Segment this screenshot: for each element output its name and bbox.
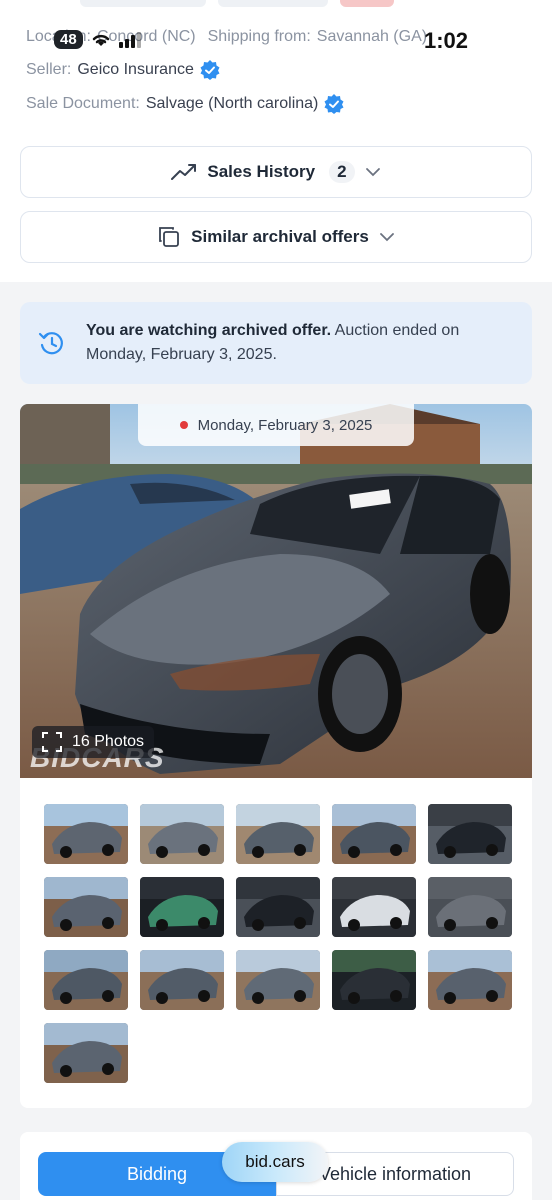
thumbnail-odometer[interactable] xyxy=(332,950,416,1010)
thumbnail-dashboard[interactable] xyxy=(140,877,224,937)
auction-date-chip: Monday, February 3, 2025 xyxy=(138,404,414,446)
thumbnail-rear-seats[interactable] xyxy=(236,877,320,937)
trending-up-icon xyxy=(171,164,197,180)
thumbnail-front[interactable] xyxy=(44,950,128,1010)
history-icon xyxy=(38,332,63,355)
tab-stub xyxy=(80,0,206,7)
photos-count-label: 16 Photos xyxy=(72,733,145,750)
thumbnail-rear-view[interactable] xyxy=(428,950,512,1010)
thumbnail-side[interactable] xyxy=(236,804,320,864)
thumbnail-side-right[interactable] xyxy=(236,950,320,1010)
thumbnail-front-left-2[interactable] xyxy=(44,1023,128,1083)
vehicle-info-section: Location: Concord (NC) Shipping from: Sa… xyxy=(0,0,552,282)
thumbnail-vin-label[interactable] xyxy=(332,877,416,937)
thumbnail-door-panel[interactable] xyxy=(428,877,512,937)
battery-badge: 48 xyxy=(54,30,83,49)
main-photo[interactable]: Monday, February 3, 2025 BIDCARS 16 Phot… xyxy=(20,404,532,778)
archived-banner-bold: You are watching archived offer. xyxy=(86,322,332,339)
copy-icon xyxy=(159,227,180,247)
status-bar: 48 xyxy=(54,30,141,49)
site-url-pill[interactable]: bid.cars xyxy=(222,1142,328,1182)
document-row: Sale Document: Salvage (North carolina) xyxy=(26,94,344,114)
shipping-label: Shipping from: xyxy=(207,28,311,45)
clock: 1:02 xyxy=(424,28,469,53)
thumbnail-damage-front[interactable] xyxy=(44,877,128,937)
seller-value[interactable]: Geico Insurance xyxy=(77,61,194,79)
document-label: Sale Document: xyxy=(26,95,140,112)
photo-gallery: Monday, February 3, 2025 BIDCARS 16 Phot… xyxy=(20,404,532,1108)
archived-banner-text: You are watching archived offer. Auction… xyxy=(86,319,514,367)
sales-history-button[interactable]: Sales History 2 xyxy=(20,146,532,198)
thumbnail-rear[interactable] xyxy=(332,804,416,864)
tab-stub xyxy=(340,0,394,7)
auction-date: Monday, February 3, 2025 xyxy=(197,416,373,434)
archived-offer-banner: You are watching archived offer. Auction… xyxy=(20,302,532,384)
wifi-icon xyxy=(92,34,109,46)
thumbnail-interior-seats[interactable] xyxy=(428,804,512,864)
similar-offers-label: Similar archival offers xyxy=(191,227,369,246)
signal-icon xyxy=(118,31,141,48)
tab-stub xyxy=(218,0,328,7)
red-dot-icon xyxy=(179,421,188,429)
photos-count-button[interactable]: 16 Photos xyxy=(32,726,155,758)
thumbnail-front-left[interactable] xyxy=(44,804,128,864)
similar-offers-button[interactable]: Similar archival offers xyxy=(20,211,532,263)
document-value: Salvage (North carolina) xyxy=(145,95,319,112)
chevron-down-icon xyxy=(365,168,380,177)
sales-history-count: 2 xyxy=(329,161,355,183)
verified-icon xyxy=(200,60,220,80)
shipping-value: Savannah (GA) xyxy=(316,28,428,45)
verified-icon xyxy=(324,94,344,114)
thumbnail-front-right[interactable] xyxy=(140,804,224,864)
thumbnail-side-view[interactable] xyxy=(140,950,224,1010)
car-photo-image xyxy=(20,404,532,778)
sales-history-label: Sales History xyxy=(207,162,316,181)
fullscreen-icon xyxy=(42,732,62,752)
seller-label: Seller: xyxy=(26,61,72,78)
chevron-down-icon xyxy=(379,233,394,242)
seller-row: Seller: Geico Insurance xyxy=(26,60,220,80)
